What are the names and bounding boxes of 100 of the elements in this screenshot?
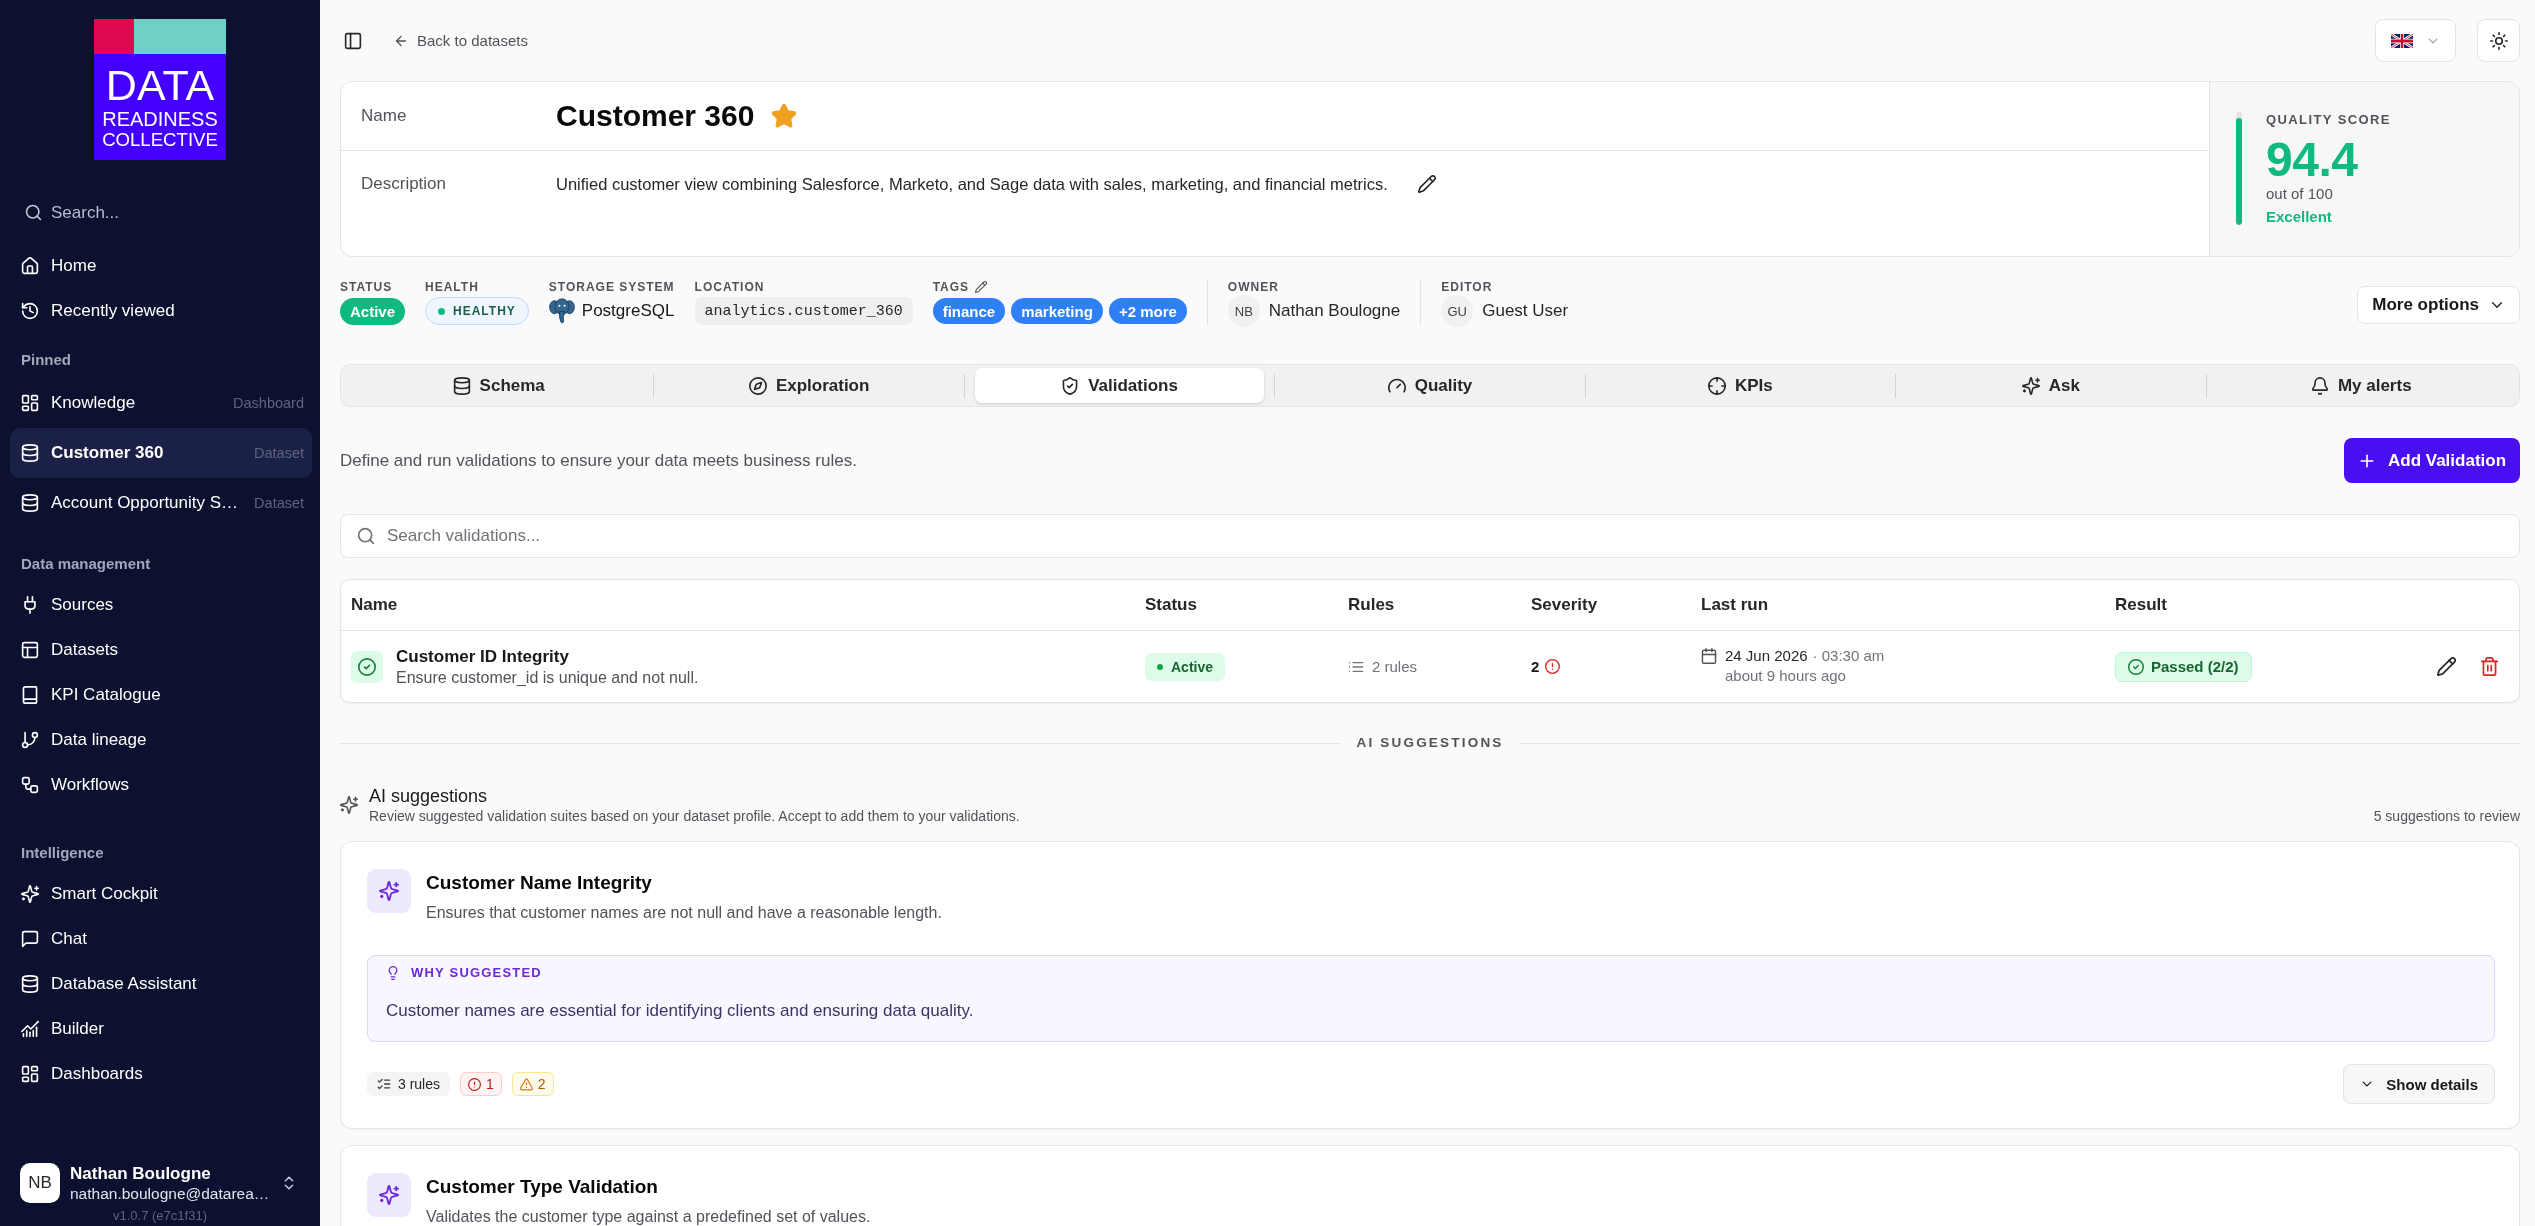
nav-item[interactable]: Knowledge Dashboard bbox=[10, 378, 312, 428]
nav-item[interactable]: Chat bbox=[10, 916, 312, 961]
nav-item[interactable]: Datasets bbox=[10, 627, 312, 672]
logo-text: READINESS bbox=[102, 109, 218, 129]
more-options-button[interactable]: More options bbox=[2357, 286, 2520, 324]
editor-name: Guest User bbox=[1482, 301, 1569, 321]
user-name: Nathan Boulogne bbox=[70, 1163, 212, 1184]
field-label: OWNER bbox=[1227, 279, 1279, 295]
star-icon[interactable] bbox=[772, 104, 797, 128]
compass-icon bbox=[748, 376, 767, 395]
tab[interactable]: Exploration bbox=[664, 368, 954, 403]
field-label: LOCATION bbox=[694, 279, 765, 295]
back-link[interactable]: Back to datasets bbox=[394, 32, 528, 49]
user-email: nathan.boulogne@datarea… bbox=[70, 1184, 270, 1203]
alert-circle-icon bbox=[1545, 659, 1561, 674]
search-icon bbox=[357, 527, 375, 545]
location-code: analytics.customer_360 bbox=[694, 297, 913, 325]
column-header: Result bbox=[2115, 595, 2168, 615]
search-field[interactable]: Search... bbox=[51, 202, 271, 223]
tag: +2 more bbox=[1108, 298, 1187, 324]
suggestion-description: Ensures that customer names are not null and have a reasonable length. bbox=[426, 903, 942, 923]
suggestion-title: Customer Name Integrity bbox=[426, 871, 653, 895]
field-label: EDITOR bbox=[1441, 279, 1493, 295]
storage-name: PostgreSQL bbox=[581, 301, 675, 321]
tab[interactable]: Quality bbox=[1285, 368, 1575, 403]
nav-item[interactable]: Builder bbox=[10, 1006, 312, 1051]
reason-label: WHY SUGGESTED bbox=[411, 965, 542, 981]
nav-item[interactable]: Account Opportunity S… Dataset bbox=[10, 478, 312, 528]
score-rating: Excellent bbox=[2266, 207, 2333, 227]
editor-avatar: GU bbox=[1441, 295, 1474, 327]
nav-item[interactable]: Sources bbox=[10, 582, 312, 627]
pencil-icon[interactable] bbox=[975, 281, 988, 293]
tag: finance bbox=[932, 298, 1006, 324]
warning-triangle-icon bbox=[519, 1077, 533, 1091]
language-select[interactable] bbox=[2375, 19, 2456, 62]
error-count: 1 bbox=[486, 1076, 494, 1092]
field-label: Description bbox=[361, 173, 448, 195]
sun-icon bbox=[2489, 31, 2508, 50]
search-icon bbox=[25, 204, 42, 221]
field-label: HEALTH bbox=[425, 279, 479, 295]
pencil-icon[interactable] bbox=[1417, 175, 1436, 193]
sparkles-icon bbox=[367, 869, 411, 913]
field-label: Name bbox=[361, 105, 408, 127]
elephant-icon bbox=[548, 298, 575, 324]
suggestion-description: Validates the customer type against a predefined set of values. bbox=[426, 1207, 871, 1226]
theme-toggle-button[interactable] bbox=[2477, 19, 2520, 62]
history-icon bbox=[21, 301, 39, 320]
branch-icon bbox=[21, 730, 39, 749]
rules-count: 2 rules bbox=[1372, 658, 1418, 675]
column-header: Rules bbox=[1348, 595, 1396, 615]
rules-count: 3 rules bbox=[398, 1076, 441, 1092]
shield-check-icon bbox=[1061, 376, 1080, 395]
database-icon bbox=[21, 444, 39, 462]
logo-text: DATA bbox=[105, 64, 215, 107]
logo-text: COLLECTIVE bbox=[102, 131, 218, 150]
nav-item[interactable]: Workflows bbox=[10, 762, 312, 807]
tab[interactable]: Schema bbox=[354, 368, 644, 403]
suggestion-title: Customer Type Validation bbox=[426, 1175, 659, 1199]
tab[interactable]: KPIs bbox=[1595, 368, 1886, 403]
tab[interactable]: Ask bbox=[1906, 368, 2196, 403]
database-icon bbox=[21, 974, 39, 993]
divider-label: AI SUGGESTIONS bbox=[1356, 735, 1504, 751]
column-header: Last run bbox=[1701, 595, 1770, 615]
grid-icon bbox=[21, 394, 39, 412]
status-dot-icon bbox=[438, 307, 446, 315]
grid-icon bbox=[21, 1064, 39, 1083]
sidebar-toggle-icon[interactable] bbox=[344, 31, 362, 50]
validation-name: Customer ID Integrity bbox=[396, 645, 570, 668]
status-text: Active bbox=[1171, 658, 1214, 675]
tab[interactable]: Validations bbox=[974, 368, 1265, 403]
nav-item[interactable]: Data lineage bbox=[10, 717, 312, 762]
nav-item[interactable]: Home bbox=[10, 243, 312, 288]
trash-icon[interactable] bbox=[2480, 657, 2499, 676]
calendar-icon bbox=[1701, 647, 1717, 664]
show-details-button[interactable]: Show details bbox=[2343, 1064, 2495, 1104]
bell-icon bbox=[2310, 376, 2329, 395]
nav-item[interactable]: Database Assistant bbox=[10, 961, 312, 1006]
pencil-icon[interactable] bbox=[2437, 657, 2456, 676]
database-icon bbox=[21, 494, 39, 512]
warning-count: 2 bbox=[537, 1076, 546, 1092]
item-type: Dataset bbox=[253, 445, 304, 461]
check-circle-icon bbox=[2128, 658, 2144, 675]
tab[interactable]: My alerts bbox=[2216, 368, 2506, 403]
crosshair-icon bbox=[1708, 376, 1726, 395]
column-header: Severity bbox=[1531, 595, 1599, 615]
section-heading: Data management bbox=[21, 554, 152, 574]
nav-item[interactable]: KPI Catalogue bbox=[10, 672, 312, 717]
nav-item[interactable]: Smart Cockpit bbox=[10, 871, 312, 916]
book-icon bbox=[21, 685, 39, 704]
nav-item[interactable]: Customer 360 Dataset bbox=[10, 428, 312, 478]
search-field[interactable]: Search validations... bbox=[340, 514, 2520, 558]
validation-description: Ensure customer_id is unique and not null. bbox=[396, 667, 699, 688]
add-validation-button[interactable]: Add Validation bbox=[2344, 438, 2520, 483]
alert-circle-icon bbox=[468, 1077, 482, 1091]
nav-item[interactable]: Dashboards bbox=[10, 1051, 312, 1096]
plug-icon bbox=[21, 595, 39, 614]
item-type: Dataset bbox=[253, 495, 305, 511]
nav-item[interactable]: Recently viewed bbox=[10, 288, 312, 333]
severity-value: 2 bbox=[1531, 658, 1540, 675]
lightbulb-icon bbox=[386, 966, 400, 980]
